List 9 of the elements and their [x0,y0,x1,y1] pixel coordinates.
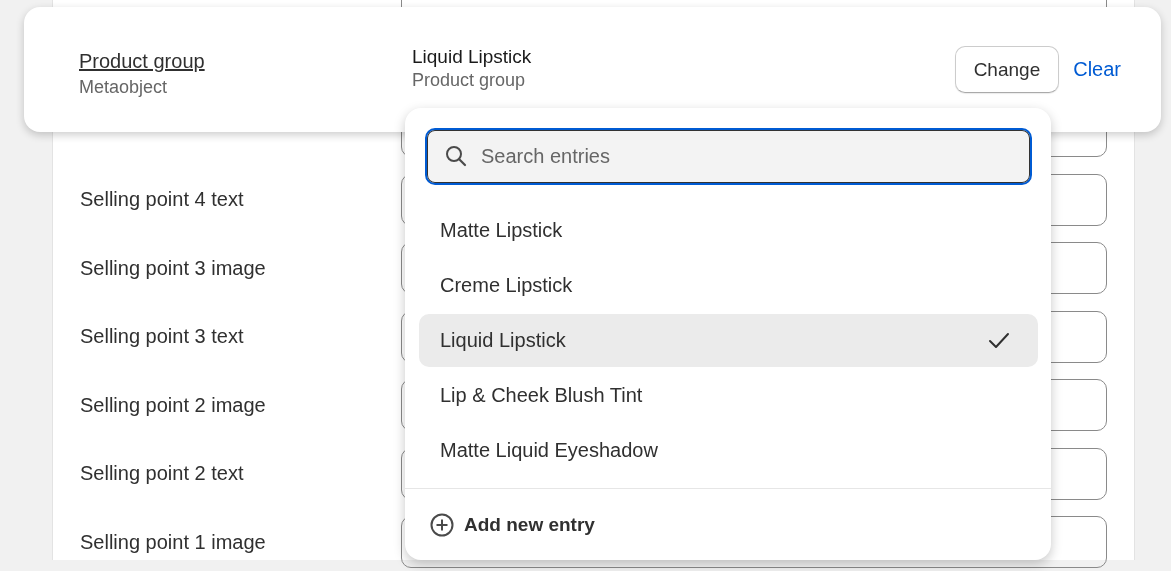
value-type: Product group [412,70,526,91]
field-label: Selling point 1 image [79,530,267,554]
field-type: Metaobject [79,76,168,98]
selected-value: Liquid Lipstick [412,46,532,68]
field-label: Selling point 2 text [79,462,245,486]
field-label: Selling point 2 image [79,393,267,417]
field-label: Selling point 3 text [79,325,245,349]
field-label: Selling point 4 text [79,188,245,212]
field-label: Selling point 3 image [79,256,267,280]
